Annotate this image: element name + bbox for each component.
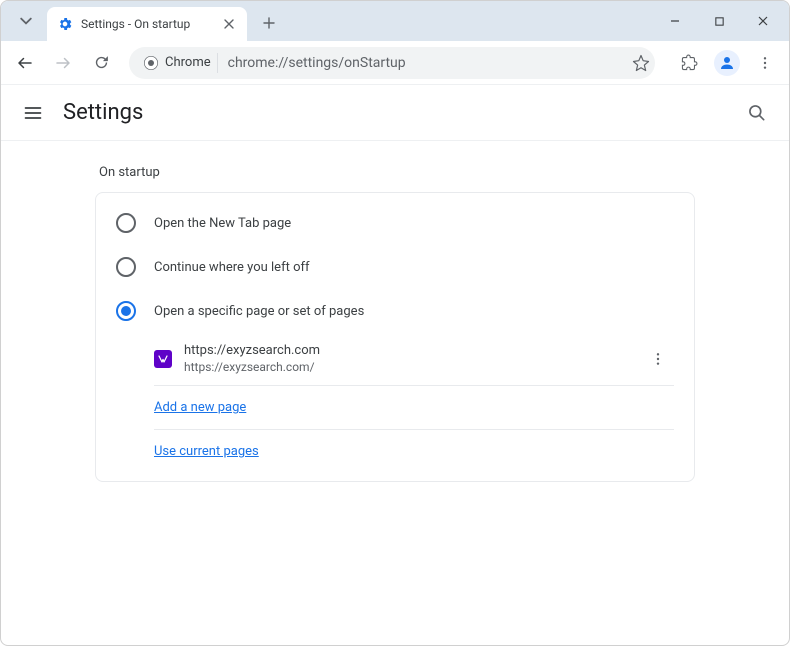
radio-specific-pages[interactable]: Open a specific page or set of pages xyxy=(96,289,694,333)
radio-label: Continue where you left off xyxy=(154,260,310,275)
site-chip[interactable]: Chrome xyxy=(141,53,218,73)
page-entry-title: https://exyzsearch.com xyxy=(184,343,630,360)
window-controls xyxy=(653,1,785,41)
profile-button[interactable] xyxy=(711,47,743,79)
bookmark-button[interactable] xyxy=(625,47,657,79)
radio-icon xyxy=(116,213,136,233)
page-entry-url: https://exyzsearch.com/ xyxy=(184,360,630,376)
plus-icon xyxy=(263,17,275,29)
favicon-icon xyxy=(154,350,172,368)
radio-new-tab[interactable]: Open the New Tab page xyxy=(96,201,694,245)
maximize-button[interactable] xyxy=(697,5,741,37)
use-current-row: Use current pages xyxy=(154,430,674,473)
search-settings-button[interactable] xyxy=(745,101,769,125)
add-new-page-link[interactable]: Add a new page xyxy=(154,400,246,415)
title-bar: Settings - On startup xyxy=(1,1,789,41)
chevron-down-icon xyxy=(20,15,32,27)
tab-title: Settings - On startup xyxy=(81,17,213,31)
tab-close-button[interactable] xyxy=(221,16,237,32)
specific-pages-block: https://exyzsearch.com https://exyzsearc… xyxy=(96,333,694,473)
close-icon xyxy=(757,15,769,27)
reload-button[interactable] xyxy=(85,47,117,79)
chrome-logo-icon xyxy=(143,55,159,71)
gear-icon xyxy=(57,16,73,32)
section-heading: On startup xyxy=(95,165,695,180)
minimize-icon xyxy=(669,15,681,27)
browser-tab[interactable]: Settings - On startup xyxy=(47,7,247,41)
radio-label: Open a specific page or set of pages xyxy=(154,304,364,319)
browser-menu-button[interactable] xyxy=(749,47,781,79)
address-bar[interactable]: Chrome chrome://settings/onStartup xyxy=(129,47,655,79)
maximize-icon xyxy=(714,16,725,27)
add-page-row: Add a new page xyxy=(154,386,674,430)
back-button[interactable] xyxy=(9,47,41,79)
page-row-menu-button[interactable] xyxy=(642,343,674,375)
close-icon xyxy=(224,19,234,29)
new-tab-button[interactable] xyxy=(255,9,283,37)
reload-icon xyxy=(93,54,110,71)
startup-page-row: https://exyzsearch.com https://exyzsearc… xyxy=(154,333,674,386)
radio-continue[interactable]: Continue where you left off xyxy=(96,245,694,289)
use-current-pages-link[interactable]: Use current pages xyxy=(154,444,259,459)
menu-button[interactable] xyxy=(21,101,45,125)
arrow-left-icon xyxy=(16,54,34,72)
page-texts: https://exyzsearch.com https://exyzsearc… xyxy=(184,343,630,375)
browser-window: Settings - On startup xyxy=(0,0,790,646)
tab-search-button[interactable] xyxy=(11,6,41,36)
startup-card: Open the New Tab page Continue where you… xyxy=(95,192,695,482)
star-icon xyxy=(632,54,650,72)
radio-label: Open the New Tab page xyxy=(154,216,291,231)
puzzle-icon xyxy=(681,54,698,71)
forward-button[interactable] xyxy=(47,47,79,79)
settings-content: On startup Open the New Tab page Continu… xyxy=(1,141,789,645)
page-title: Settings xyxy=(63,100,143,125)
hamburger-icon xyxy=(23,103,43,123)
avatar-icon xyxy=(714,50,740,76)
close-window-button[interactable] xyxy=(741,5,785,37)
extensions-button[interactable] xyxy=(673,47,705,79)
minimize-button[interactable] xyxy=(653,5,697,37)
radio-icon xyxy=(116,257,136,277)
kebab-icon xyxy=(757,55,773,71)
kebab-icon xyxy=(650,351,666,367)
site-chip-text: Chrome xyxy=(165,55,211,70)
radio-icon xyxy=(116,301,136,321)
arrow-right-icon xyxy=(54,54,72,72)
url-text: chrome://settings/onStartup xyxy=(228,55,406,71)
settings-header: Settings xyxy=(1,85,789,141)
browser-toolbar: Chrome chrome://settings/onStartup xyxy=(1,41,789,85)
search-icon xyxy=(747,103,767,123)
